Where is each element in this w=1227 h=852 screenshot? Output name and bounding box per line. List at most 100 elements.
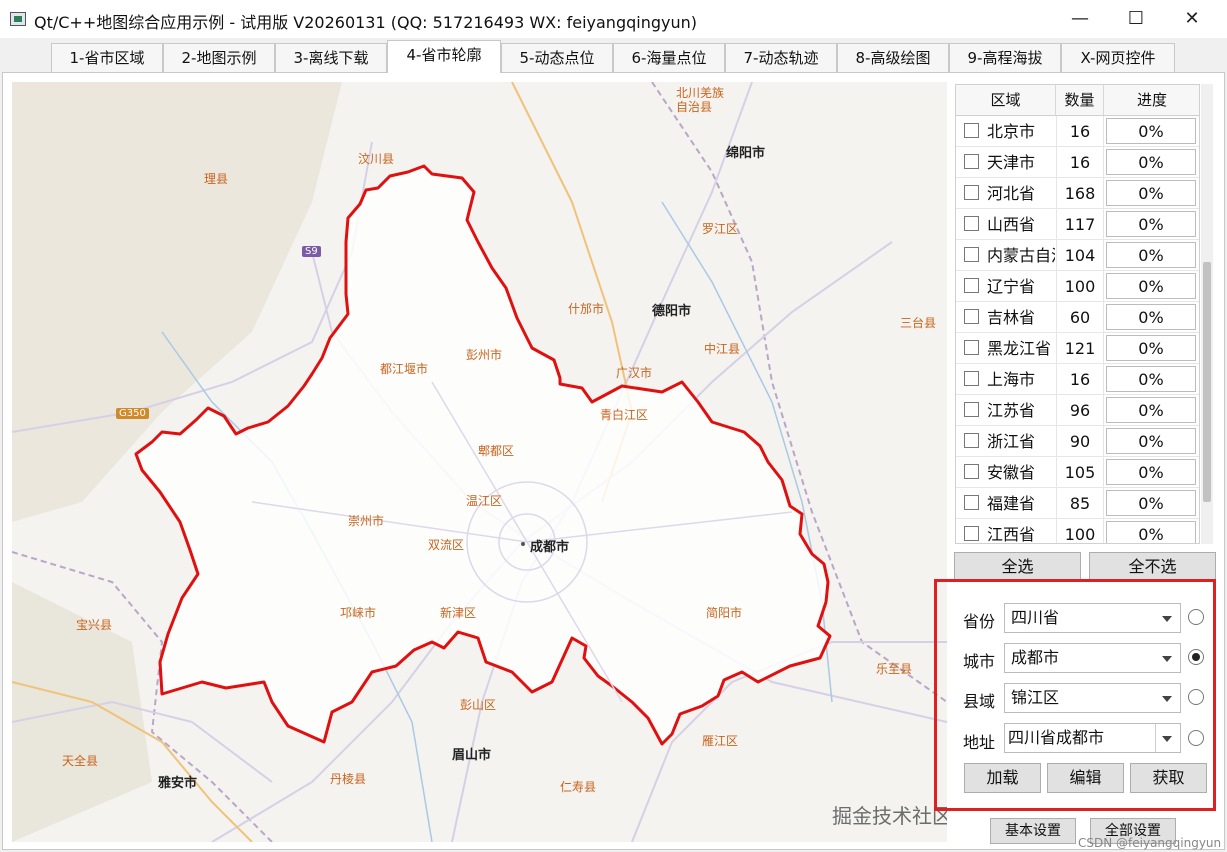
map-label-meishan[interactable]: 眉山市 [452,744,491,763]
table-row[interactable]: 吉林省 60 0% [956,302,1199,333]
city-radio[interactable] [1188,649,1204,665]
table-row[interactable]: 辽宁省 100 0% [956,271,1199,302]
map-label-pengshan[interactable]: 彭山区 [460,696,496,713]
edit-button[interactable]: 编辑 [1047,763,1124,793]
map-label-santai[interactable]: 三台县 [900,314,936,331]
header-progress[interactable]: 进度 [1104,85,1199,115]
map-label-zhongjiang[interactable]: 中江县 [704,340,740,357]
map-label-pixian[interactable]: 郫都区 [478,442,514,459]
tab-web-control[interactable]: X-网页控件 [1061,43,1175,72]
map-label-shifang[interactable]: 什邡市 [568,300,604,317]
tab-offline-download[interactable]: 3-离线下载 [275,43,387,72]
address-combo-input[interactable]: 四川省成都市 [1004,723,1181,753]
maximize-button[interactable]: ☐ [1108,0,1164,38]
row-checkbox[interactable] [964,309,979,324]
header-region[interactable]: 区域 [956,85,1056,115]
row-checkbox[interactable] [964,154,979,169]
row-checkbox[interactable] [964,402,979,417]
tab-dynamic-track[interactable]: 7-动态轨迹 [725,43,837,72]
map-label-beichuan[interactable]: 北川羌族自治县 [676,86,726,114]
table-row[interactable]: 山西省 117 0% [956,209,1199,240]
table-row[interactable]: 上海市 16 0% [956,364,1199,395]
map-label-xinjin[interactable]: 新津区 [440,604,476,621]
table-row[interactable]: 黑龙江省 121 0% [956,333,1199,364]
tab-massive-points[interactable]: 6-海量点位 [613,43,725,72]
row-region-name: 河北省 [987,184,1036,203]
table-row[interactable]: 天津市 16 0% [956,147,1199,178]
row-checkbox[interactable] [964,247,979,262]
tab-advanced-drawing[interactable]: 8-高级绘图 [837,43,949,72]
header-count[interactable]: 数量 [1056,85,1104,115]
select-none-button[interactable]: 全不选 [1089,552,1216,582]
map-label-qionglai[interactable]: 邛崃市 [340,604,376,621]
map-label-qingbaijiang[interactable]: 青白江区 [600,406,648,423]
row-checkbox[interactable] [964,123,979,138]
row-checkbox[interactable] [964,433,979,448]
province-radio[interactable] [1188,609,1204,625]
map-label-lixian[interactable]: 理县 [204,170,228,187]
address-label: 地址 [963,733,996,752]
tab-province-outline[interactable]: 4-省市轮廓 [387,40,501,73]
select-all-button[interactable]: 全选 [954,552,1081,582]
row-checkbox[interactable] [964,340,979,355]
row-progress: 0% [1106,490,1196,516]
chevron-down-icon [1162,616,1172,622]
row-checkbox[interactable] [964,464,979,479]
watermark-juejin: 掘金技术社区 @ feiyangqingyun [832,804,947,828]
row-checkbox[interactable] [964,278,979,293]
close-button[interactable]: ✕ [1164,0,1220,38]
row-checkbox[interactable] [964,185,979,200]
table-row[interactable]: 浙江省 90 0% [956,426,1199,457]
map-label-lezhi[interactable]: 乐至县 [876,660,912,677]
map-label-renshou[interactable]: 仁寿县 [560,778,596,795]
row-checkbox[interactable] [964,495,979,510]
county-select[interactable]: 锦江区 [1004,683,1181,713]
table-row[interactable]: 河北省 168 0% [956,178,1199,209]
row-count: 16 [1056,364,1104,395]
province-select[interactable]: 四川省 [1004,603,1181,633]
map-label-tianquan[interactable]: 天全县 [62,752,98,769]
tab-province-region[interactable]: 1-省市区域 [51,43,163,72]
tab-map-example[interactable]: 2-地图示例 [163,43,275,72]
map-dot-chengdu [521,542,525,546]
map-label-wenjiang[interactable]: 温江区 [466,492,502,509]
map-label-chongzhou[interactable]: 崇州市 [348,512,384,529]
map-label-luojiang[interactable]: 罗江区 [702,220,738,237]
map-label-yaan[interactable]: 雅安市 [158,772,197,791]
map-label-baoxing[interactable]: 宝兴县 [76,616,112,633]
table-row[interactable]: 江苏省 96 0% [956,395,1199,426]
map-label-deyang[interactable]: 德阳市 [652,300,691,319]
map-label-danling[interactable]: 丹棱县 [330,770,366,787]
map-label-mianyang[interactable]: 绵阳市 [726,142,765,161]
county-radio[interactable] [1188,689,1204,705]
table-scrollbar-thumb[interactable] [1203,262,1211,502]
basic-settings-button[interactable]: 基本设置 [990,818,1076,844]
tab-dynamic-points[interactable]: 5-动态点位 [501,43,613,72]
table-row[interactable]: 福建省 85 0% [956,488,1199,519]
tab-elevation[interactable]: 9-高程海拔 [949,43,1061,72]
map-label-pengzhou[interactable]: 彭州市 [466,346,502,363]
map-view[interactable]: 成都市 德阳市 绵阳市 眉山市 雅安市 什邡市 广汉市 青白江区 彭州市 都江堰… [12,82,947,842]
map-label-shuangliu[interactable]: 双流区 [428,536,464,553]
map-label-wenchuan[interactable]: 汶川县 [358,150,394,167]
table-row[interactable]: 江西省 100 0% [956,519,1199,543]
map-label-guanghan[interactable]: 广汉市 [616,364,652,381]
city-select[interactable]: 成都市 [1004,643,1181,673]
row-checkbox[interactable] [964,526,979,541]
map-label-dujiangyan[interactable]: 都江堰市 [380,360,428,377]
table-row[interactable]: 安徽省 105 0% [956,457,1199,488]
get-button[interactable]: 获取 [1130,763,1207,793]
table-row[interactable]: 北京市 16 0% [956,116,1199,147]
address-radio[interactable] [1188,730,1204,746]
row-checkbox[interactable] [964,371,979,386]
row-checkbox[interactable] [964,216,979,231]
row-region-name: 福建省 [987,494,1036,513]
table-row[interactable]: 内蒙古自治1040% [956,240,1199,271]
load-button[interactable]: 加载 [964,763,1041,793]
map-label-ziyang[interactable]: 雁江区 [702,732,738,749]
city-label: 城市 [963,652,996,671]
map-label-chengdu[interactable]: 成都市 [530,536,569,555]
minimize-button[interactable]: — [1052,0,1108,38]
title-bar: Qt/C++地图综合应用示例 - 试用版 V20260131 (QQ: 5172… [0,0,1227,38]
map-label-jianyang[interactable]: 简阳市 [706,604,742,621]
